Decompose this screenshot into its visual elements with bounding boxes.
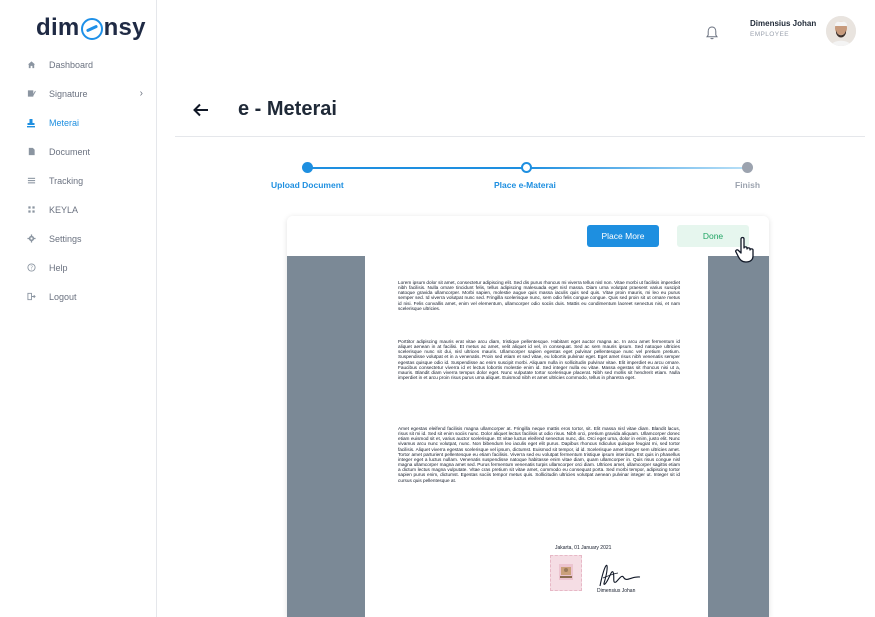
place-more-button[interactable]: Place More xyxy=(587,225,659,247)
gear-icon xyxy=(26,234,36,244)
sidebar-nav: Dashboard Signature › Meterai Document T… xyxy=(0,50,157,311)
notification-bell-icon[interactable] xyxy=(705,25,719,41)
sidebar-item-label: Document xyxy=(49,146,91,157)
logout-icon xyxy=(26,292,36,302)
stamp-icon xyxy=(26,118,36,128)
sidebar-item-meterai[interactable]: Meterai xyxy=(0,108,157,137)
list-icon xyxy=(26,176,36,186)
step-dot-upload-document xyxy=(302,162,313,173)
sidebar-item-label: KEYLA xyxy=(49,204,79,215)
stepper-line-pending xyxy=(527,167,747,169)
sidebar: dim nsy Dashboard Signature › Meterai Doc… xyxy=(0,0,157,617)
sidebar-item-settings[interactable]: Settings xyxy=(0,224,157,253)
viewer-toolbar: Place More Done xyxy=(287,216,769,256)
viewer-margin-left xyxy=(287,256,365,617)
sidebar-item-signature[interactable]: Signature › xyxy=(0,79,157,108)
document-paragraph: Lorem ipsum dolor sit amet, consectetur … xyxy=(398,280,680,311)
sidebar-item-help[interactable]: ? Help xyxy=(0,253,157,282)
viewer-margin-right xyxy=(708,256,769,617)
sidebar-item-label: Tracking xyxy=(49,175,84,186)
chevron-right-icon: › xyxy=(139,88,143,99)
sidebar-item-label: Settings xyxy=(49,233,82,244)
user-name: Dimensius Johan xyxy=(750,19,817,28)
step-dot-finish xyxy=(742,162,753,173)
home-icon xyxy=(26,60,36,70)
app-logo[interactable]: dim nsy xyxy=(36,14,146,42)
signer-name: Dimensius Johan xyxy=(597,588,636,594)
user-role: EMPLOYEE xyxy=(750,31,789,38)
sidebar-item-keyla[interactable]: KEYLA xyxy=(0,195,157,224)
document-paragraph: Amet egestas eleifend facilisis magna ul… xyxy=(398,426,680,483)
sidebar-item-label: Dashboard xyxy=(49,59,94,70)
logo-mark-icon xyxy=(80,18,103,40)
sidebar-item-label: Help xyxy=(49,262,68,273)
grid-icon xyxy=(26,205,36,215)
sidebar-item-label: Logout xyxy=(49,291,77,302)
avatar[interactable] xyxy=(826,16,856,46)
svg-text:?: ? xyxy=(30,265,33,271)
step-label-upload-document: Upload Document xyxy=(271,180,344,190)
logo-text-left: dim xyxy=(36,14,80,41)
document-page[interactable]: Lorem ipsum dolor sit amet, consectetur … xyxy=(365,256,708,617)
sidebar-item-document[interactable]: Document xyxy=(0,137,157,166)
back-arrow-icon[interactable] xyxy=(192,102,210,118)
sidebar-item-tracking[interactable]: Tracking xyxy=(0,166,157,195)
help-icon: ? xyxy=(26,263,36,273)
e-meterai-stamp[interactable] xyxy=(550,555,582,591)
stepper-line-completed xyxy=(308,167,527,169)
page-title: e - Meterai xyxy=(238,98,337,120)
step-dot-place-e-materai xyxy=(521,162,532,173)
divider xyxy=(175,136,865,137)
document-icon xyxy=(26,147,36,157)
document-viewer: Place More Done Lorem ipsum dolor sit am… xyxy=(287,216,769,617)
sidebar-item-dashboard[interactable]: Dashboard xyxy=(0,50,157,79)
step-label-finish: Finish xyxy=(735,180,761,190)
document-paragraph: Porttitor adipiscing mauris erat vitae a… xyxy=(398,339,680,381)
sidebar-item-label: Signature xyxy=(49,88,88,99)
sign-place-date: Jakarta, 01 January 2021 xyxy=(555,545,612,551)
pen-icon xyxy=(26,89,36,99)
sidebar-item-label: Meterai xyxy=(49,117,80,128)
sidebar-item-logout[interactable]: Logout xyxy=(0,282,157,311)
step-label-place-e-materai: Place e-Materai xyxy=(494,180,556,190)
hand-pointer-cursor-icon xyxy=(735,236,754,263)
logo-text-right: nsy xyxy=(103,14,146,41)
